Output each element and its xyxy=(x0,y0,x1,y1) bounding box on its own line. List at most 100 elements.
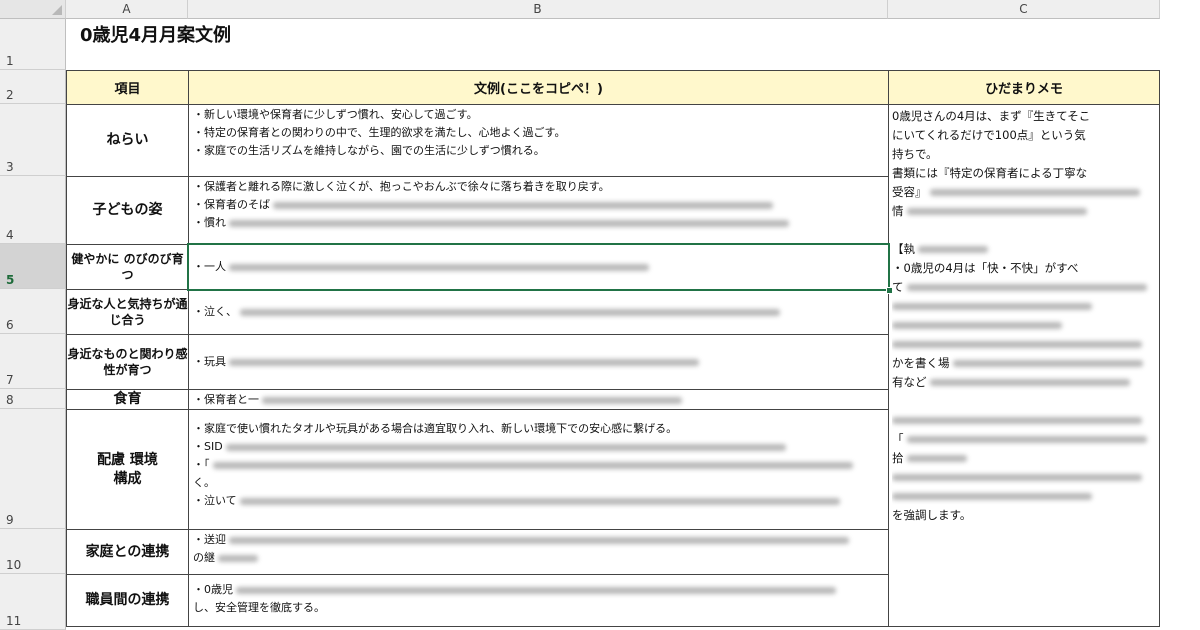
blurred-text xyxy=(240,308,780,316)
memo-line xyxy=(892,392,1156,411)
blurred-text xyxy=(906,284,1147,291)
item-label-kodomo[interactable]: 子どもの姿 xyxy=(66,176,189,245)
item-label-mijikana-mono[interactable]: 身近なものと関わり感性が育つ xyxy=(66,334,189,390)
item-label-katei[interactable]: 家庭との連携 xyxy=(66,529,189,575)
memo-line: 0歳児さんの4月は、まず『生きてそこ xyxy=(892,109,1091,123)
memo-line: かを書く場 xyxy=(892,356,950,370)
row-header-11[interactable]: 11 xyxy=(0,574,66,630)
blurred-text xyxy=(892,303,1092,310)
blurred-text xyxy=(906,208,1087,215)
example-cell-shokuin[interactable]: ・0歳児 し、安全管理を徹底する。 xyxy=(188,574,889,627)
blurred-text xyxy=(892,474,1142,481)
sheet-title[interactable]: 0歳児4月月案文例 xyxy=(66,19,966,70)
blurred-text xyxy=(918,246,988,253)
header-example[interactable]: 文例(ここをコピペ！) xyxy=(188,70,889,105)
column-header-c[interactable]: C xyxy=(888,0,1160,19)
row-header-4[interactable]: 4 xyxy=(0,176,66,244)
blurred-text xyxy=(229,358,699,366)
example-cell-shokuiku[interactable]: ・保育者と一 xyxy=(188,389,889,410)
example-line: ・0歳児 xyxy=(193,583,233,596)
memo-line: 書類には『特定の保育者による丁寧な xyxy=(892,166,1088,180)
memo-line xyxy=(892,221,1156,240)
item-label-hairyo[interactable]: 配慮 環境構成 xyxy=(66,409,189,530)
example-cell-sukoyaka[interactable]: ・一人 xyxy=(188,244,889,290)
example-line: く。 xyxy=(193,476,215,489)
row-header-2[interactable]: 2 xyxy=(0,70,66,104)
row-header-3[interactable]: 3 xyxy=(0,104,66,176)
memo-line: ・0歳児の4月は「快・不快」がすべ xyxy=(892,261,1079,275)
header-item[interactable]: 項目 xyxy=(66,70,189,105)
example-line: ・慣れ xyxy=(193,216,226,229)
example-line: ・送迎 xyxy=(193,533,226,546)
item-label-mijikana-hito[interactable]: 身近な人と気持ちが通じ合う xyxy=(66,289,189,335)
blurred-text xyxy=(929,379,1130,386)
example-cell-mijikana-mono[interactable]: ・玩具 xyxy=(188,334,889,390)
memo-line: 有など xyxy=(892,375,927,389)
example-line: ・玩具 xyxy=(193,355,226,368)
blurred-text xyxy=(929,189,1140,196)
row-header-8[interactable]: 8 xyxy=(0,389,66,409)
blurred-text xyxy=(229,263,649,271)
blurred-text xyxy=(225,443,786,451)
item-label-sukoyaka[interactable]: 健やかに のびのび育つ xyxy=(66,244,189,290)
blurred-text xyxy=(892,341,1142,348)
spreadsheet: A B C 1 2 3 4 5 6 7 8 9 10 11 0歳児4月月案文例 … xyxy=(0,0,1200,630)
row-header-6[interactable]: 6 xyxy=(0,289,66,334)
example-line: ・保育者のそば xyxy=(193,198,270,211)
example-line: ・保護者と離れる際に激しく泣くが、抱っこやおんぶで徐々に落ち着きを取り戻す。 xyxy=(193,180,610,193)
example-cell-nerai[interactable]: ・新しい環境や保育者に少しずつ慣れ、安心して過ごす。 ・特定の保育者との関わりの… xyxy=(188,104,889,177)
example-cell-hairyo[interactable]: ・家庭で使い慣れたタオルや玩具がある場合は適宜取り入れ、新しい環境下での安心感に… xyxy=(188,409,889,530)
memo-cell[interactable]: 0歳児さんの4月は、まず『生きてそこ にいてくれるだけで100点』という気 持ち… xyxy=(888,104,1160,627)
example-cell-mijikana-hito[interactable]: ・泣く、 xyxy=(188,289,889,335)
header-memo[interactable]: ひだまりメモ xyxy=(888,70,1160,105)
blurred-text xyxy=(262,396,682,404)
memo-line: て xyxy=(892,280,904,294)
example-cell-kodomo[interactable]: ・保護者と離れる際に激しく泣くが、抱っこやおんぶで徐々に落ち着きを取り戻す。 ・… xyxy=(188,176,889,245)
example-cell-katei[interactable]: ・送迎 の継 xyxy=(188,529,889,575)
example-line: ・新しい環境や保育者に少しずつ慣れ、安心して過ごす。 xyxy=(193,108,478,121)
example-line: ・家庭での生活リズムを維持しながら、園での生活に少しずつ慣れる。 xyxy=(193,144,545,157)
blurred-text xyxy=(218,554,258,562)
example-line: の継 xyxy=(193,551,215,564)
memo-line: 「 xyxy=(892,432,904,446)
example-line: ・一人 xyxy=(193,260,226,273)
memo-line: 拾 xyxy=(892,451,904,465)
blurred-text xyxy=(212,461,853,469)
blurred-text xyxy=(892,417,1142,424)
memo-line: 情 xyxy=(892,204,904,218)
blurred-text xyxy=(892,322,1062,329)
blurred-text xyxy=(236,586,836,594)
select-all-triangle-icon xyxy=(52,5,62,15)
memo-line: を強調します。 xyxy=(892,508,972,522)
column-header-b[interactable]: B xyxy=(188,0,888,19)
fill-handle[interactable] xyxy=(886,287,893,294)
blurred-text xyxy=(892,493,1092,500)
item-label-nerai[interactable]: ねらい xyxy=(66,104,189,177)
memo-line: 受容』 xyxy=(892,185,927,199)
blurred-text xyxy=(229,219,789,227)
row-header-9[interactable]: 9 xyxy=(0,409,66,529)
select-all-corner[interactable] xyxy=(0,0,66,19)
example-line: ・特定の保育者との関わりの中で、生理的欲求を満たし、心地よく過ごす。 xyxy=(193,126,566,139)
example-line: ・泣く、 xyxy=(193,305,237,318)
blurred-text xyxy=(273,201,773,209)
example-line: ・SID xyxy=(193,440,223,453)
example-line: ・「 xyxy=(193,458,210,471)
example-line: し、安全管理を徹底する。 xyxy=(193,601,325,614)
row-header-5[interactable]: 5 xyxy=(0,244,66,289)
row-header-7[interactable]: 7 xyxy=(0,334,66,389)
example-line: ・泣いて xyxy=(193,494,237,507)
item-label-shokuin[interactable]: 職員間の連携 xyxy=(66,574,189,627)
blurred-text xyxy=(229,536,849,544)
blurred-text xyxy=(906,436,1147,443)
blurred-text xyxy=(952,360,1143,367)
item-label-shokuiku[interactable]: 食育 xyxy=(66,389,189,410)
memo-line: 持ちで。 xyxy=(892,147,938,161)
blurred-text xyxy=(906,455,967,462)
example-line: ・保育者と一 xyxy=(193,393,259,406)
row-header-10[interactable]: 10 xyxy=(0,529,66,574)
memo-line: 【執 xyxy=(892,242,915,256)
example-line: ・家庭で使い慣れたタオルや玩具がある場合は適宜取り入れ、新しい環境下での安心感に… xyxy=(193,422,678,435)
row-header-1[interactable]: 1 xyxy=(0,19,66,70)
column-header-a[interactable]: A xyxy=(66,0,188,19)
